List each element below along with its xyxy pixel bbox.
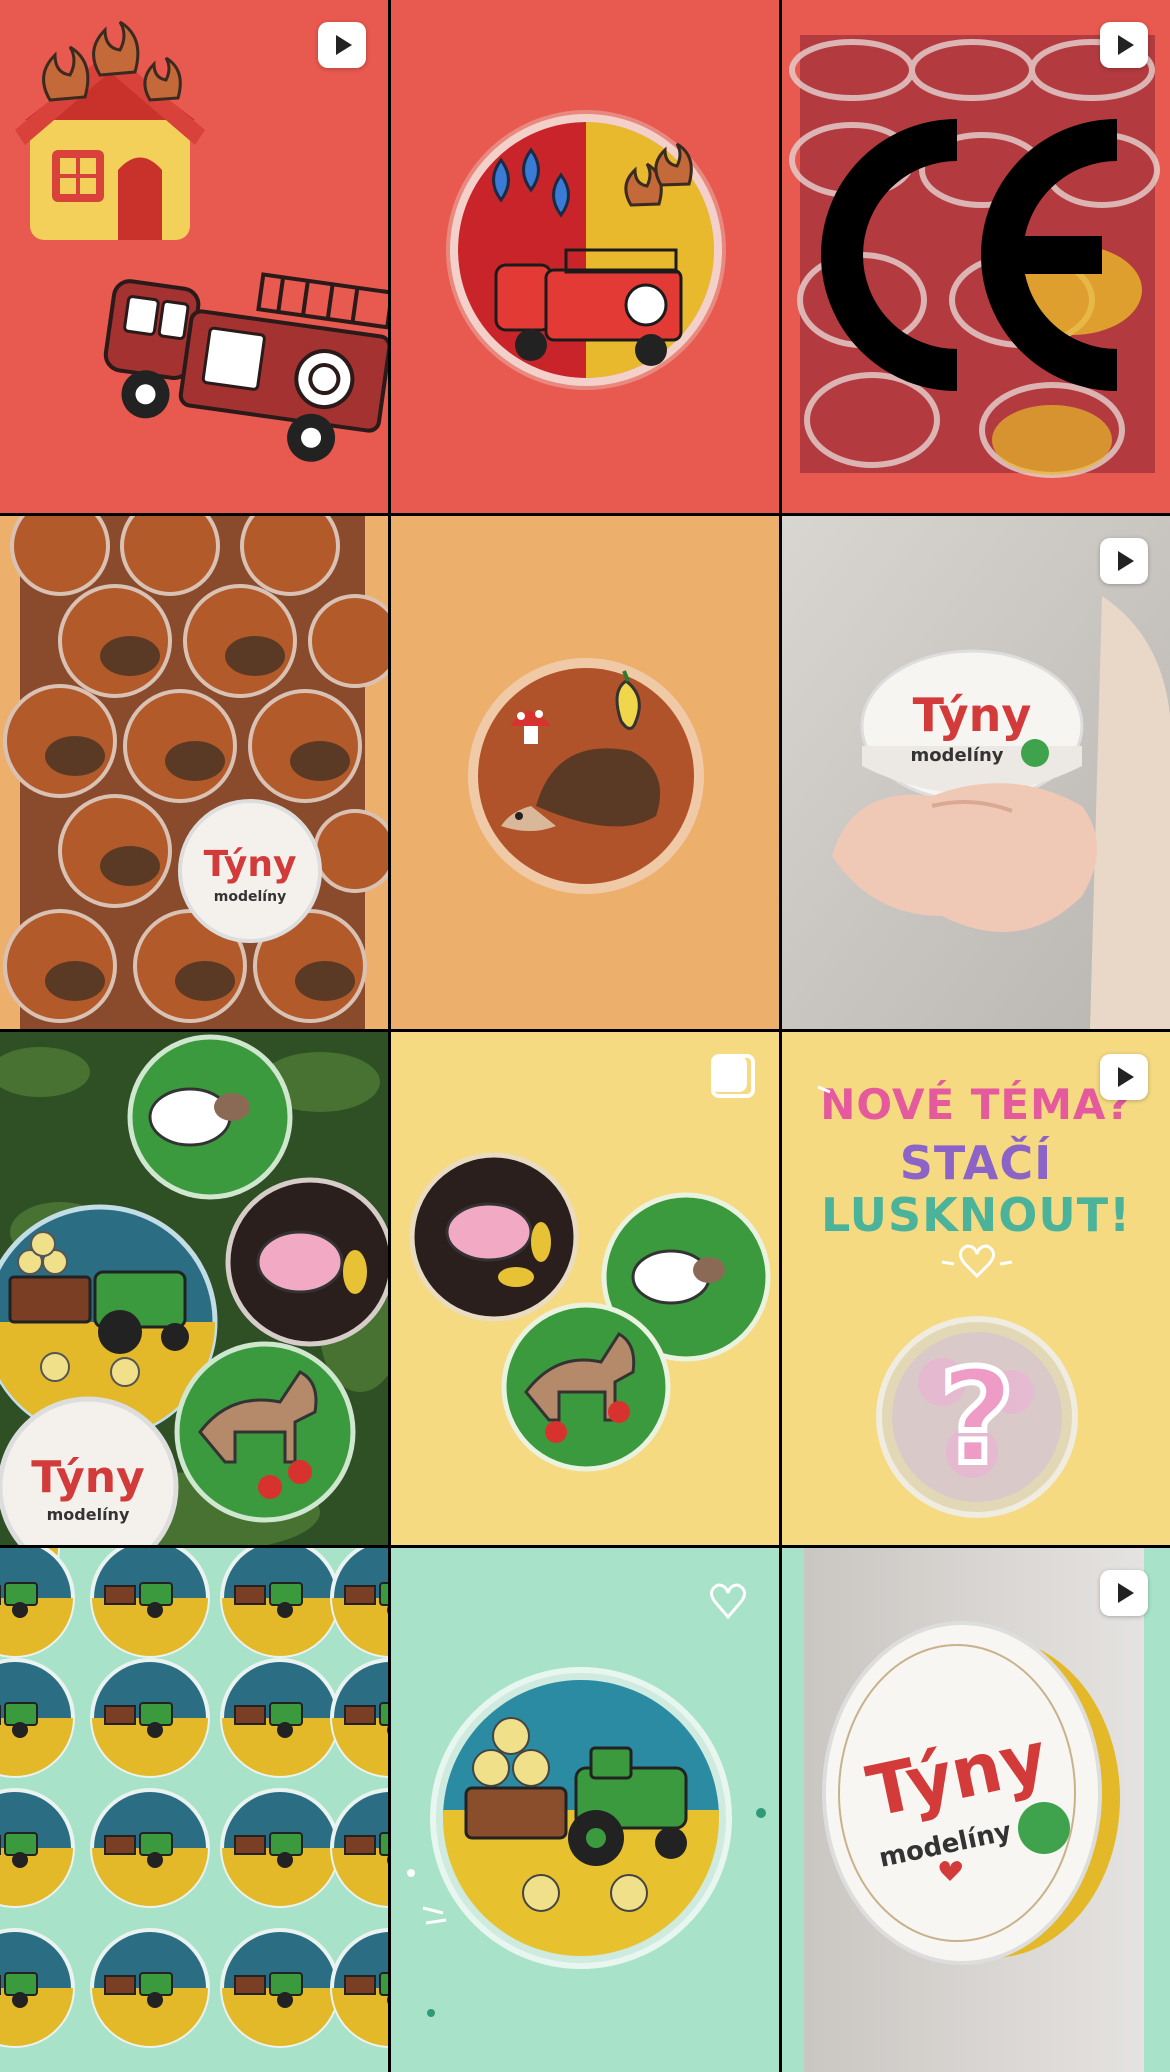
post-image: Týny modelíny <box>0 1032 388 1545</box>
post-image: Týny modelíny <box>3 516 388 1029</box>
play-icon <box>1100 22 1148 68</box>
post-image <box>446 110 726 390</box>
grid-post-2[interactable] <box>391 0 779 513</box>
post-image: Týny modelíny <box>782 1548 1170 2072</box>
post-image <box>0 1548 388 2048</box>
post-image: Týny modelíny <box>782 516 1170 1029</box>
post-image: ? <box>817 1085 1078 1518</box>
grid-post-8[interactable] <box>391 1032 779 1545</box>
play-icon <box>1100 1054 1148 1100</box>
play-icon <box>318 22 366 68</box>
grid-post-6[interactable]: Týny modelíny <box>782 516 1170 1029</box>
carousel-icon <box>709 1054 757 1100</box>
grid-post-9[interactable]: NOVÉ TÉMA? STAČÍ LUSKNOUT! ? <box>782 1032 1170 1545</box>
logo-word: Týny <box>913 688 1032 742</box>
post-image <box>789 35 1160 478</box>
logo-sub: modelíny <box>214 889 286 905</box>
grid-post-4[interactable]: Týny modelíny <box>0 516 388 1029</box>
logo-sub: modelíny <box>910 745 1003 766</box>
play-icon <box>1100 538 1148 584</box>
grid-post-1[interactable] <box>0 0 388 513</box>
post-image <box>407 1583 766 2017</box>
post-grid: Týny modelíny Týny modelíny Týny modelín… <box>0 0 1170 2072</box>
logo-sub: modelíny <box>47 1505 130 1524</box>
post-image <box>468 658 704 894</box>
grid-post-12[interactable]: Týny modelíny <box>782 1548 1170 2072</box>
question-mark: ? <box>939 1341 1014 1493</box>
grid-post-5[interactable] <box>391 516 779 1029</box>
post-image <box>15 20 388 462</box>
logo-word: Týny <box>31 1452 144 1503</box>
grid-post-3[interactable] <box>782 0 1170 513</box>
grid-post-7[interactable]: Týny modelíny <box>0 1032 388 1545</box>
grid-post-10[interactable] <box>0 1548 388 2072</box>
grid-post-11[interactable] <box>391 1548 779 2072</box>
play-icon <box>1100 1570 1148 1616</box>
logo-word: Týny <box>204 844 297 885</box>
post-image <box>409 1152 771 1472</box>
